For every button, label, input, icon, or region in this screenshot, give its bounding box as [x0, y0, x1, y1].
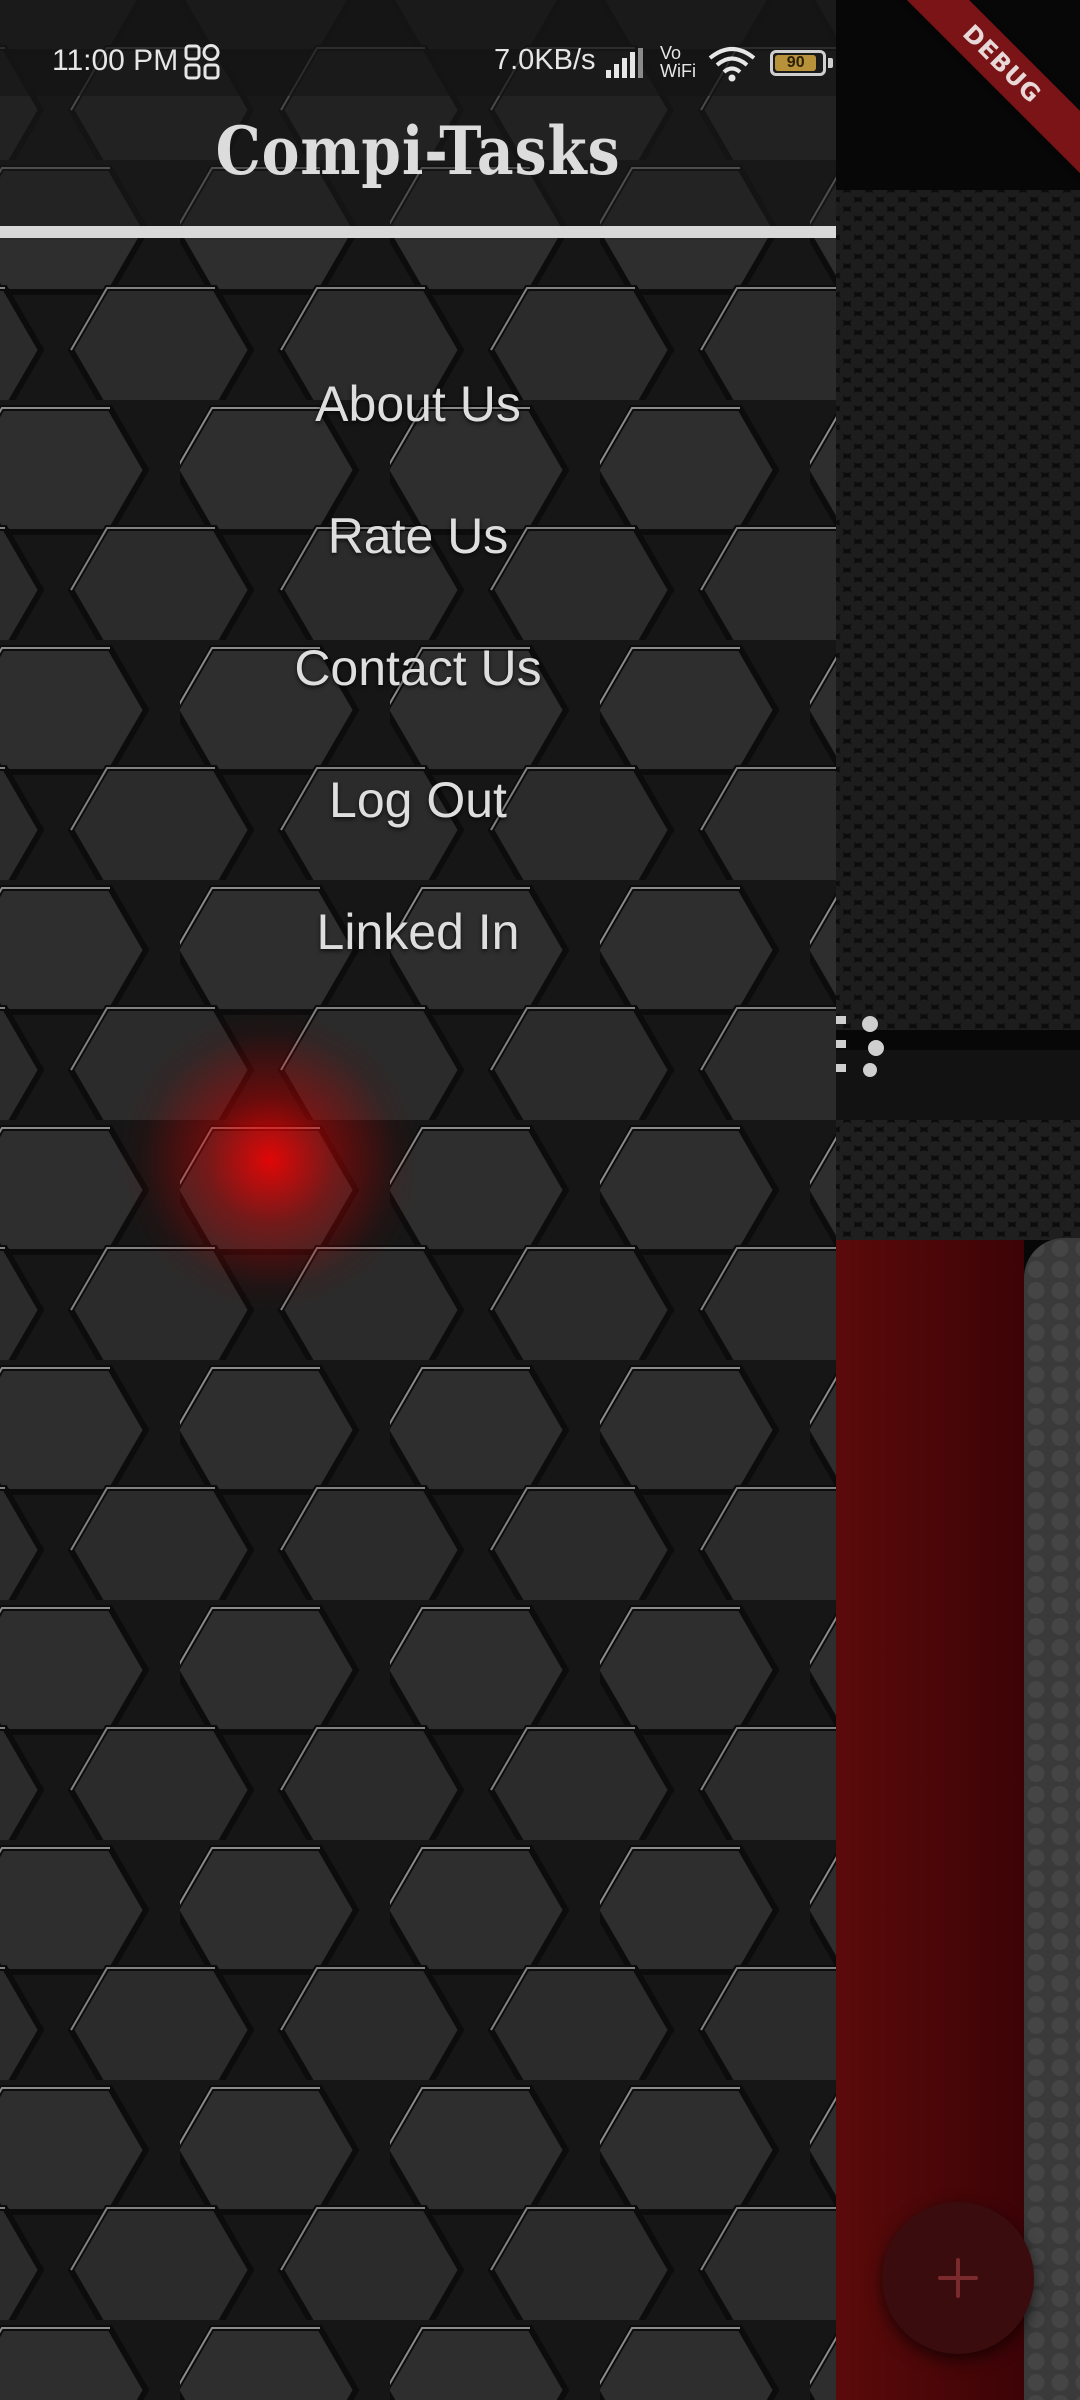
menu-item-linked-in[interactable]: Linked In: [0, 888, 836, 1020]
battery-tip: [828, 58, 833, 68]
menu-item-contact-us[interactable]: Contact Us: [0, 624, 836, 756]
menu-item-rate-us[interactable]: Rate Us: [0, 492, 836, 624]
background-hex-pattern: [836, 190, 1080, 1030]
plus-icon: [938, 2258, 978, 2298]
menu-item-log-out[interactable]: Log Out: [0, 756, 836, 888]
wifi-icon: [708, 47, 756, 82]
red-glow: [120, 1010, 420, 1310]
app-grid-icon: [184, 44, 220, 80]
battery-icon: 90: [770, 50, 826, 76]
background-hex-pattern-lower: [836, 1120, 1080, 1240]
battery-label: 90: [786, 54, 805, 71]
drawer-menu: About Us Rate Us Contact Us Log Out Link…: [0, 360, 836, 1020]
status-time: 11:00 PM: [52, 44, 179, 77]
vowifi-bottom: WiFi: [660, 61, 696, 81]
navigation-drawer[interactable]: Compi-Tasks About Us Rate Us Contact Us …: [0, 0, 836, 2400]
app-title: Compi-Tasks: [215, 112, 621, 190]
header-divider: [0, 226, 836, 238]
cell-signal-icon: [606, 48, 643, 78]
add-task-button[interactable]: [882, 2202, 1034, 2354]
vowifi-top: Vo: [660, 43, 682, 63]
vowifi-indicator: Vo WiFi: [660, 44, 696, 80]
status-bar: 11:00 PM 7.0KB/s Vo WiFi 90: [0, 0, 836, 96]
menu-item-about-us[interactable]: About Us: [0, 360, 836, 492]
task-card-grey[interactable]: [1024, 1238, 1080, 2400]
partial-menu-icon: [836, 1016, 884, 1077]
battery-level: 90: [775, 54, 817, 71]
network-speed: 7.0KB/s: [494, 44, 596, 76]
